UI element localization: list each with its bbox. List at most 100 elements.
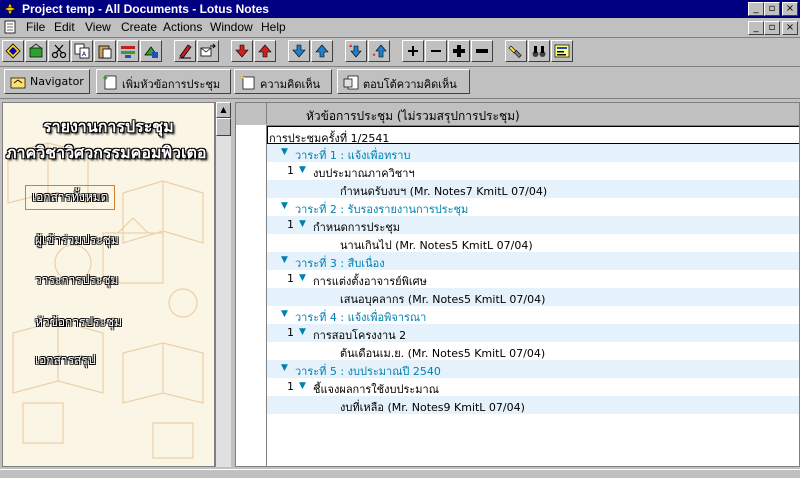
- menu-file[interactable]: File: [26, 20, 45, 34]
- new-topic-icon: [103, 75, 117, 90]
- twistie-expand-icon[interactable]: ▼: [299, 219, 306, 229]
- star-arrow-down-icon: [349, 44, 362, 58]
- toolbar-expand-button[interactable]: [402, 40, 424, 62]
- toolbar-copy-button[interactable]: A: [71, 40, 93, 62]
- menu-bar: File Edit View Create Actions Window Hel…: [0, 18, 800, 38]
- twistie-expand-icon[interactable]: ▼: [281, 255, 288, 265]
- document-row[interactable]: 1 ▼ การสอบโครงงาน 2: [267, 324, 799, 342]
- response-count: 1: [287, 326, 294, 339]
- toolbar-search-button[interactable]: [505, 40, 527, 62]
- doc-maximize-button[interactable]: ▫: [764, 21, 780, 35]
- toolbar-cut-button[interactable]: [48, 40, 70, 62]
- category-row[interactable]: ▼ วาระที่ 3 : สืบเนื่อง: [267, 252, 799, 270]
- navigator-title-line2: ภาควิชาวิศวกรรมคอมพิวเตอ: [6, 143, 207, 162]
- document-row[interactable]: เสนอบุคลากร (Mr. Notes5 KmitL 07/04): [267, 288, 799, 306]
- close-button[interactable]: ×: [782, 2, 798, 16]
- scissors-icon: [51, 44, 67, 59]
- action-bar: Navigator เพิ่มหัวข้อการประชุม ความคิดเห…: [0, 67, 800, 99]
- document-row[interactable]: 1 ▼ ชี้แจงผลการใช้งบประมาณ: [267, 378, 799, 396]
- response-count: 1: [287, 380, 294, 393]
- minimize-button[interactable]: _: [748, 2, 764, 16]
- toolbar-properties-button[interactable]: [140, 40, 162, 62]
- toolbar-collapse-all-button[interactable]: [471, 40, 493, 62]
- scroll-up-arrow-icon[interactable]: ▲: [216, 102, 231, 118]
- menu-actions[interactable]: Actions: [163, 20, 202, 34]
- toolbar-paste-button[interactable]: [94, 40, 116, 62]
- document-row[interactable]: นานเกินไป (Mr. Notes5 KmitL 07/04): [267, 234, 799, 252]
- selection-margin-header: [236, 103, 267, 124]
- twistie-expand-icon[interactable]: ▼: [299, 327, 306, 337]
- toolbar-next-marked-button[interactable]: [345, 40, 367, 62]
- reply-comment-button-label: ตอบโต้ความคิดเห็น: [363, 78, 457, 91]
- twistie-expand-icon[interactable]: ▼: [281, 147, 288, 157]
- navigator-scrollbar[interactable]: ▲: [215, 102, 231, 467]
- menu-create[interactable]: Create: [121, 20, 157, 34]
- toolbar-prev-marked-button[interactable]: [368, 40, 390, 62]
- comment-button[interactable]: ความคิดเห็น: [234, 69, 332, 94]
- toolbar-expand-all-button[interactable]: [448, 40, 470, 62]
- nav-link-topics[interactable]: หัวข้อการประชุม: [35, 313, 122, 332]
- window-title: Project temp - All Documents - Lotus Not…: [22, 2, 269, 16]
- maximize-button[interactable]: ▫: [764, 2, 780, 16]
- menu-window[interactable]: Window: [210, 20, 253, 34]
- menu-view[interactable]: View: [85, 20, 111, 34]
- properties-icon: [144, 46, 158, 58]
- toolbar-binoculars-button[interactable]: [528, 40, 550, 62]
- comment-icon: [240, 75, 255, 90]
- menu-help[interactable]: Help: [261, 20, 286, 34]
- new-topic-button-label: เพิ่มหัวข้อการประชุม: [122, 78, 221, 91]
- document-row[interactable]: งบที่เหลือ (Mr. Notes9 KmitL 07/04): [267, 396, 799, 414]
- document-row[interactable]: 1 ▼ การแต่งตั้งอาจารย์พิเศษ: [267, 270, 799, 288]
- toolbar-open-button[interactable]: [25, 40, 47, 62]
- toolbar-next-button[interactable]: [288, 40, 310, 62]
- navigator-icon: [10, 77, 26, 89]
- document-row[interactable]: ต้นเดือนเม.ย. (Mr. Notes5 KmitL 07/04): [267, 342, 799, 360]
- lotus-notes-icon: [3, 2, 17, 16]
- navigator-button[interactable]: Navigator: [4, 69, 90, 94]
- twistie-expand-icon[interactable]: ▼: [299, 165, 306, 175]
- category-row[interactable]: ▼ วาระที่ 5 : งบประมาณปี 2540: [267, 360, 799, 378]
- flashlight-icon: [508, 45, 522, 58]
- smarticon-toolbar: A: [0, 38, 800, 67]
- toolbar-previous-button[interactable]: [311, 40, 333, 62]
- twistie-expand-icon[interactable]: ▼: [281, 201, 288, 211]
- twistie-expand-icon[interactable]: ▼: [281, 363, 288, 373]
- category-row[interactable]: ▼ วาระที่ 1 : แจ้งเพื่อทราบ: [267, 144, 799, 162]
- document-row[interactable]: 1 ▼ กำหนดการประชุม: [267, 216, 799, 234]
- document-row[interactable]: กำหนดรับงบฯ (Mr. Notes7 KmitL 07/04): [267, 180, 799, 198]
- toolbar-next-unread-button[interactable]: [231, 40, 253, 62]
- column-header-topic[interactable]: หัวข้อการประชุม (ไม่รวมสรุปการประชุม): [306, 107, 520, 126]
- doc-close-button[interactable]: ×: [782, 21, 798, 35]
- search-bar-icon: [554, 44, 570, 58]
- menu-edit[interactable]: Edit: [54, 20, 75, 34]
- nav-link-attendees[interactable]: ผู้เข้าร่วมประชุม: [35, 231, 119, 250]
- toolbar-search-bar-button[interactable]: [551, 40, 573, 62]
- response-count: 1: [287, 164, 294, 177]
- toolbar-prev-unread-button[interactable]: [254, 40, 276, 62]
- category-row[interactable]: ▼ วาระที่ 4 : แจ้งเพื่อพิจารณา: [267, 306, 799, 324]
- diamond-icon: [5, 43, 21, 59]
- category-row[interactable]: การประชุมครั้งที่ 1/2541: [267, 126, 799, 145]
- navigator-pane: รายงานการประชุม ภาควิชาวิศวกรรมคอมพิวเตอ…: [2, 102, 215, 467]
- doc-minimize-button[interactable]: _: [748, 21, 764, 35]
- twistie-expand-icon[interactable]: ▼: [299, 381, 306, 391]
- document-title: งบที่เหลือ (Mr. Notes9 KmitL 07/04): [340, 401, 525, 414]
- selection-margin[interactable]: [236, 125, 267, 466]
- toolbar-doclink-button[interactable]: [117, 40, 139, 62]
- reply-comment-button[interactable]: ตอบโต้ความคิดเห็น: [337, 69, 470, 94]
- category-row[interactable]: ▼ วาระที่ 2 : รับรองรายงานการประชุม: [267, 198, 799, 216]
- document-row[interactable]: 1 ▼ งบประมาณภาควิชาฯ: [267, 162, 799, 180]
- toolbar-edit-button[interactable]: [174, 40, 196, 62]
- nav-link-summary[interactable]: เอกสารสรุป: [35, 351, 95, 370]
- twistie-expand-icon[interactable]: ▼: [299, 273, 306, 283]
- pencil-icon: [179, 44, 192, 59]
- toolbar-forward-button[interactable]: [197, 40, 219, 62]
- toolbar-collapse-button[interactable]: [425, 40, 447, 62]
- twistie-expand-icon[interactable]: ▼: [281, 309, 288, 319]
- nav-link-agenda[interactable]: วาระการประชุม: [35, 271, 118, 290]
- scroll-thumb[interactable]: [216, 118, 231, 136]
- toolbar-diamond-button[interactable]: [2, 40, 24, 62]
- new-topic-button[interactable]: เพิ่มหัวข้อการประชุม: [96, 69, 231, 94]
- nav-link-all-documents[interactable]: เอกสารทั้งหมด: [25, 185, 116, 210]
- arrow-down-red-icon: [235, 44, 249, 58]
